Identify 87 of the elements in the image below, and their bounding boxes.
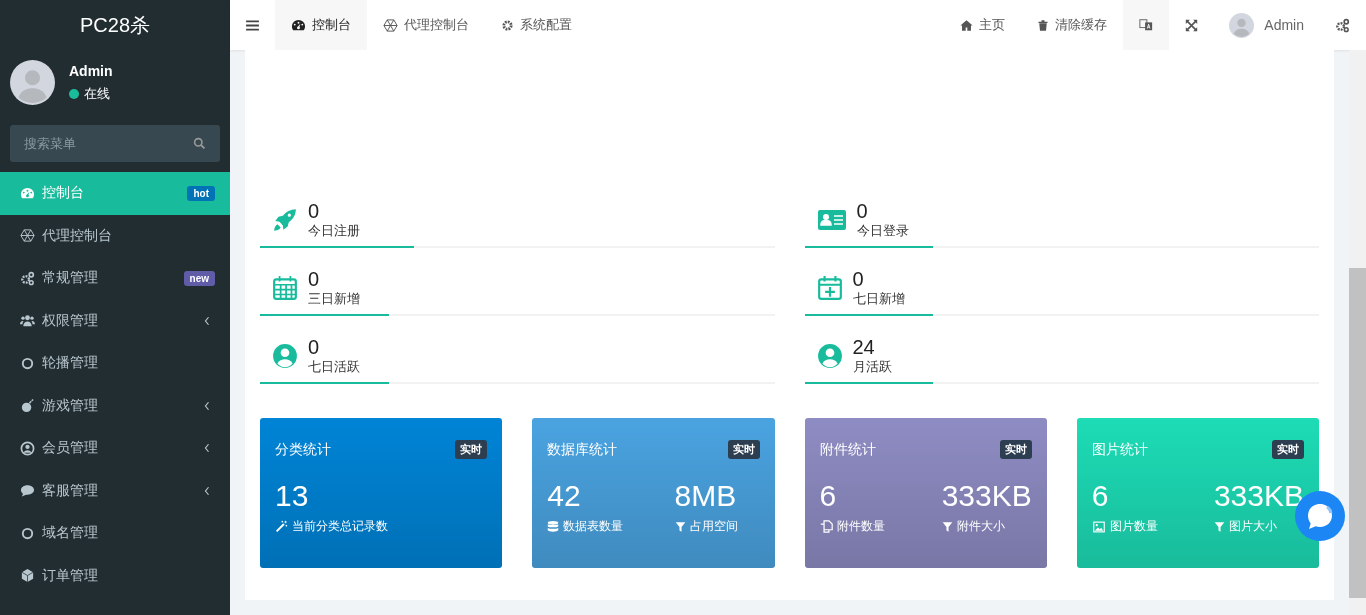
rocket-icon (272, 206, 298, 233)
sidebar-item[interactable]: 代理控制台 (0, 214, 230, 257)
stat-value: 0 (852, 267, 865, 290)
nav-tab[interactable]: 代理控制台 (367, 0, 485, 50)
sidebar-item[interactable]: 常规管理 new (0, 257, 230, 300)
sidebar-item[interactable]: 会员管理 (0, 427, 230, 470)
stat-label: 三日新增 (308, 289, 360, 308)
hexagon-icon (20, 228, 35, 244)
magic-wand-icon (275, 520, 288, 533)
stat-label: 七日新增 (852, 289, 905, 308)
comment-icon (20, 483, 35, 499)
user-circle-icon (816, 342, 843, 369)
sidebar-item[interactable]: 域名管理 (0, 512, 230, 555)
metric-value: 8MB (674, 478, 737, 514)
menu-badge: new (183, 270, 215, 286)
card-title: 数据库统计 (547, 440, 618, 459)
stat-value: 0 (308, 199, 321, 222)
users-icon (20, 313, 35, 329)
user-status: 在线 (84, 84, 110, 103)
metric-value: 333KB (1213, 478, 1304, 514)
cube-icon (20, 568, 35, 584)
realtime-badge: 实时 (999, 440, 1032, 459)
metric-value: 6 (819, 478, 837, 514)
sidebar-item[interactable]: 游戏管理 (0, 384, 230, 427)
filter-icon (1213, 520, 1225, 533)
dashboard-icon (291, 17, 306, 33)
metric-value: 42 (547, 478, 581, 514)
metric-label: 占用空间 (689, 518, 738, 535)
circle-icon (20, 525, 35, 541)
stat-value: 0 (856, 199, 869, 222)
calendar-plus-icon (816, 274, 843, 301)
card-title: 分类统计 (275, 440, 331, 459)
realtime-badge: 实时 (1272, 440, 1304, 459)
sidebar-item[interactable]: 轮播管理 (0, 342, 230, 385)
metric-label: 附件大小 (956, 518, 1005, 535)
dashboard-icon (20, 185, 35, 201)
bomb-icon (20, 398, 35, 414)
sidebar-item[interactable]: 订单管理 (0, 554, 230, 597)
scrollbar[interactable] (1349, 50, 1366, 615)
stat-value: 0 (308, 267, 321, 290)
online-dot-icon (69, 88, 79, 99)
metric-label: 图片数量 (1109, 518, 1158, 535)
nav-link[interactable]: 主页 (944, 0, 1022, 50)
translate-icon[interactable] (1123, 0, 1170, 50)
metric-value: 13 (275, 478, 309, 514)
metric-label: 当前分类总记录数 (292, 518, 388, 535)
stat-value: 0 (308, 335, 321, 358)
sidebar-item[interactable]: 权限管理 (0, 299, 230, 342)
id-card-icon (816, 207, 847, 232)
sidebar-item[interactable]: 控制台 hot (0, 172, 230, 215)
user-circle-icon (272, 342, 298, 369)
stat-label: 今日登录 (856, 221, 909, 240)
avatar (1229, 12, 1255, 38)
filter-icon (941, 520, 953, 533)
metric-label: 附件数量 (836, 518, 885, 535)
metric-value: 333KB (941, 478, 1032, 514)
avatar (10, 60, 55, 105)
stat-label: 月活跃 (852, 357, 892, 376)
sidebar-item[interactable]: 客服管理 (0, 469, 230, 512)
nav-tab[interactable]: 系统配置 (485, 0, 588, 50)
metric-label: 图片大小 (1228, 518, 1277, 535)
stat-label: 七日活跃 (308, 357, 360, 376)
filter-icon (674, 520, 686, 533)
menu-badge: hot (187, 185, 215, 201)
card-title: 图片统计 (1091, 440, 1148, 459)
image-icon (1091, 520, 1106, 533)
realtime-badge: 实时 (727, 440, 760, 459)
hexagon-icon (383, 17, 398, 33)
user-name: Admin (69, 62, 113, 79)
stat-label: 今日注册 (308, 221, 360, 240)
metric-value: 6 (1091, 478, 1109, 514)
circle-icon (20, 355, 35, 371)
metric-label: 数据表数量 (563, 518, 624, 535)
user-menu[interactable]: Admin (1214, 0, 1319, 50)
realtime-badge: 实时 (455, 440, 488, 459)
card-title: 附件统计 (819, 440, 876, 459)
search-icon[interactable] (193, 137, 206, 150)
user-circle-icon (20, 440, 35, 456)
calendar-icon (272, 274, 298, 301)
database-icon (547, 520, 560, 533)
nav-tab[interactable]: 控制台 (275, 0, 367, 50)
trash-icon (1037, 18, 1050, 32)
home-icon (960, 18, 974, 32)
nav-link[interactable]: 清除缓存 (1021, 0, 1124, 50)
menu-search-field[interactable]: 搜索菜单 (10, 125, 220, 162)
stat-value: 24 (852, 335, 876, 358)
files-icon (819, 520, 833, 533)
